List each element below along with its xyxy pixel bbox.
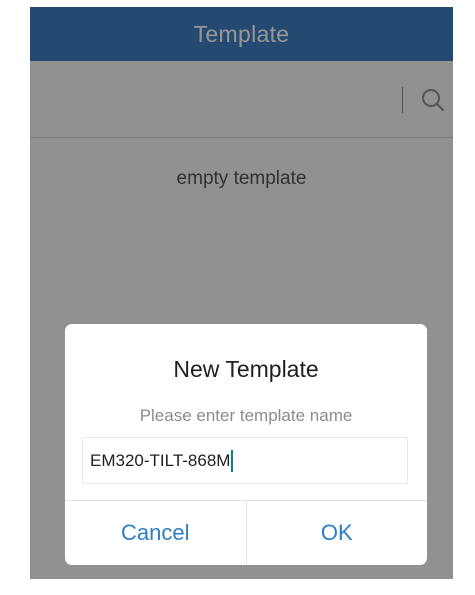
new-template-dialog: New Template Please enter template name …	[65, 324, 427, 565]
app-screen: Template empty template New Template Ple…	[30, 7, 453, 579]
cancel-button[interactable]: Cancel	[65, 501, 246, 565]
ok-button[interactable]: OK	[245, 501, 428, 565]
dialog-title: New Template	[173, 356, 319, 382]
template-name-input[interactable]: EM320-TILT-868M	[82, 437, 408, 484]
template-name-value: EM320-TILT-868M	[90, 450, 231, 470]
text-caret	[231, 449, 234, 472]
dialog-hint: Please enter template name	[139, 406, 353, 425]
dialog-button-row: Cancel OK	[65, 500, 427, 565]
